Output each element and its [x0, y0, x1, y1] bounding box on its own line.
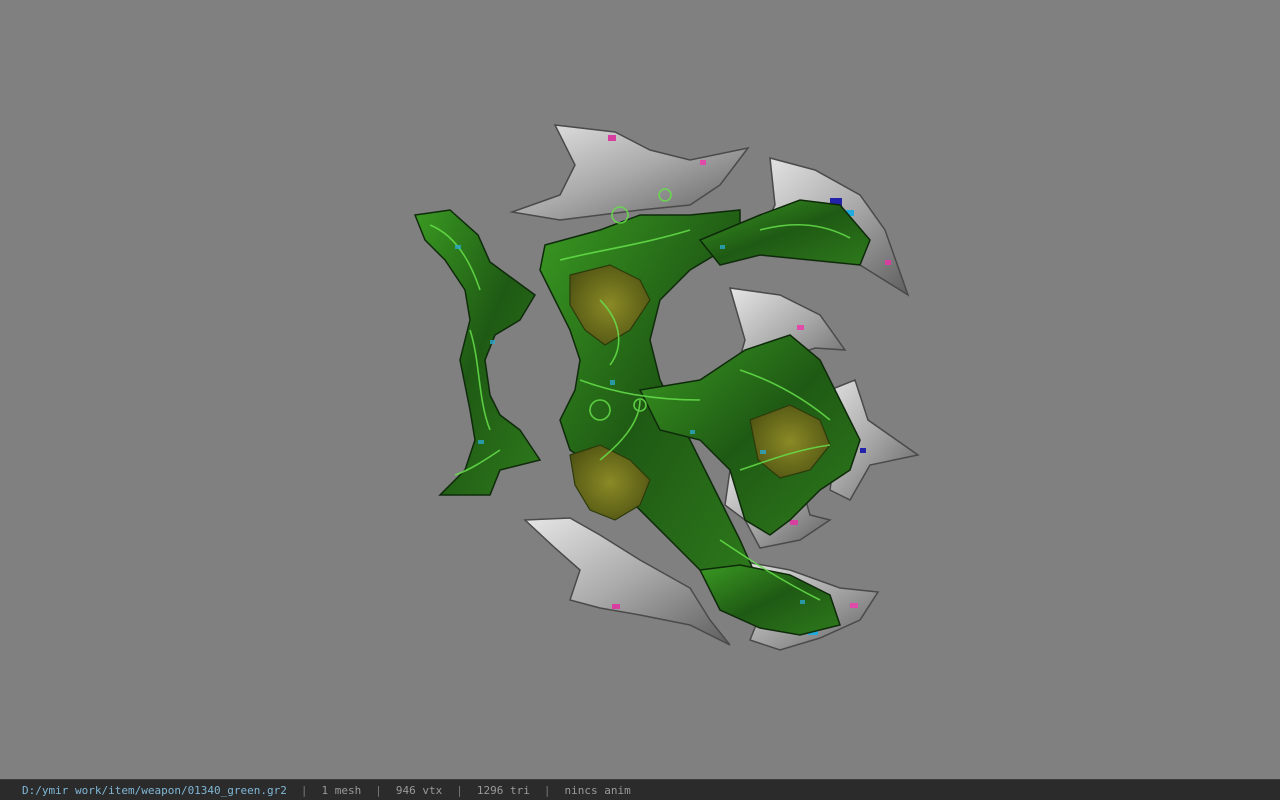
separator: |: [456, 783, 463, 797]
separator: |: [543, 783, 551, 797]
separator: |: [300, 783, 308, 797]
file-path: D:/ymir work/item/weapon/01340_green.gr2: [22, 783, 287, 797]
triangle-count: 1296 tri: [476, 783, 530, 797]
3d-viewport[interactable]: [0, 0, 1280, 779]
status-bar: D:/ymir work/item/weapon/01340_green.gr2…: [0, 779, 1280, 800]
vertex-count: 946 vtx: [395, 783, 443, 797]
separator: |: [375, 783, 382, 797]
mesh-count: 1 mesh: [321, 783, 362, 797]
weapon-model: [413, 124, 920, 651]
anim-state: nincs anim: [564, 783, 631, 797]
